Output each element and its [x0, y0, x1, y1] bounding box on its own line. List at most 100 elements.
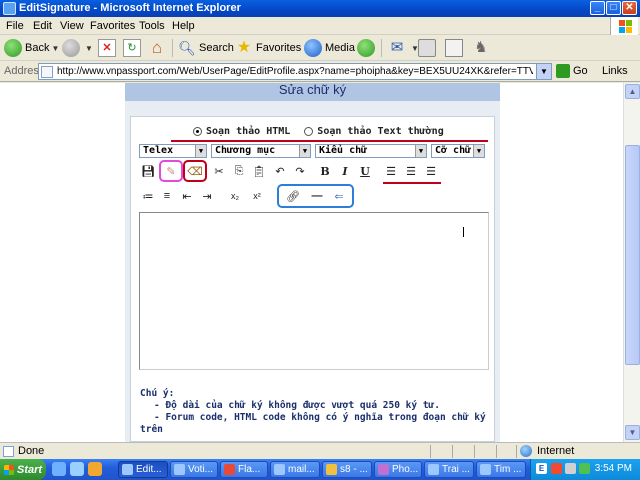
italic-icon[interactable]: I	[337, 163, 353, 179]
media-button[interactable]: Media	[304, 38, 355, 58]
redo-icon[interactable]: ↷	[292, 163, 308, 179]
links-button[interactable]: Links	[602, 65, 628, 77]
align-right-icon[interactable]: ☰	[423, 163, 439, 179]
arrow-left-icon[interactable]: ⇐	[331, 188, 347, 204]
task-button[interactable]: Fla...	[220, 461, 268, 478]
superscript-icon[interactable]: x²	[249, 188, 265, 204]
home-button[interactable]: ⌂	[148, 38, 169, 58]
language-indicator-icon[interactable]: E	[536, 463, 547, 474]
unordered-list-icon[interactable]: ≡	[159, 188, 175, 204]
address-input[interactable]: http://www.vnpassport.com/Web/UserPage/E…	[38, 63, 552, 80]
menu-tools[interactable]: Tools	[139, 20, 165, 32]
task-button[interactable]: Trai ...	[424, 461, 474, 478]
start-button[interactable]: Start	[0, 459, 46, 480]
refresh-button[interactable]: ↻	[123, 38, 144, 58]
input-method-select[interactable]: Telex ▼	[139, 144, 207, 158]
stop-icon: ✕	[98, 39, 116, 57]
ie-quicklaunch-icon[interactable]	[52, 462, 66, 476]
title-bar: EditSignature - Microsoft Internet Explo…	[0, 0, 640, 17]
mail-button[interactable]: ✉ ▼	[388, 38, 419, 58]
close-button[interactable]: ✕	[622, 1, 637, 15]
history-button[interactable]	[357, 38, 378, 58]
page-icon	[3, 446, 14, 457]
stop-button[interactable]: ✕	[98, 38, 119, 58]
radio-text-mode[interactable]: Soạn thảo Text thường	[304, 126, 444, 137]
radio-dot[interactable]	[304, 127, 314, 136]
task-button[interactable]: Tim ...	[476, 461, 526, 478]
radio-dot[interactable]	[193, 127, 202, 136]
task-label: Fla...	[238, 464, 261, 475]
bold-icon[interactable]: B	[317, 163, 333, 179]
ie-icon	[122, 464, 133, 475]
favorites-label: Favorites	[256, 42, 302, 54]
chevron-down-icon[interactable]: ▼	[299, 145, 310, 157]
menu-edit[interactable]: Edit	[33, 20, 52, 32]
radio-html-mode[interactable]: Soạn thảo HTML	[193, 126, 290, 137]
menu-help[interactable]: Help	[172, 20, 195, 32]
clock[interactable]: 3:54 PM	[595, 463, 632, 474]
network-icon[interactable]	[565, 463, 576, 474]
signature-textarea[interactable]	[139, 212, 489, 370]
menu-file[interactable]: File	[6, 20, 24, 32]
tray-app-icon[interactable]	[551, 463, 562, 474]
start-label: Start	[17, 463, 43, 476]
eraser-icon[interactable]: ⌫	[187, 163, 203, 179]
notes-line: - Độ dài của chữ ký không được vượt quá …	[154, 400, 440, 411]
heading-band: Sửa chữ ký	[125, 83, 500, 101]
save-icon[interactable]: 💾︎	[140, 163, 156, 179]
indent-icon[interactable]: ⇥	[199, 188, 215, 204]
horizontal-rule-icon[interactable]: —	[309, 188, 325, 204]
edit-page-button[interactable]	[445, 38, 466, 58]
taskbar: Start Edit... Voti... Fla... mail... s8 …	[0, 459, 640, 480]
vertical-scrollbar[interactable]: ▲ ▼	[623, 83, 640, 442]
chevron-down-icon[interactable]: ▼	[85, 44, 93, 53]
scroll-thumb[interactable]	[625, 145, 640, 365]
copy-icon[interactable]: ⎘	[231, 163, 247, 179]
task-button[interactable]: Edit...	[118, 461, 168, 478]
messenger-button[interactable]: ♞	[472, 38, 493, 58]
task-button[interactable]: s8 - ...	[322, 461, 372, 478]
menu-favorites[interactable]: Favorites	[90, 20, 135, 32]
address-url[interactable]: http://www.vnpassport.com/Web/UserPage/E…	[57, 66, 533, 77]
search-button[interactable]: 🔍︎ Search	[178, 38, 234, 58]
font-size-select[interactable]: Cỡ chữ ▼	[431, 144, 485, 158]
forward-button[interactable]: ▼	[62, 38, 93, 58]
scroll-down-icon[interactable]: ▼	[625, 425, 640, 440]
radio-text-label: Soạn thảo Text thường	[317, 126, 444, 137]
chevron-down-icon[interactable]: ▼	[51, 44, 59, 53]
underline-icon[interactable]: U	[357, 163, 373, 179]
paste-icon[interactable]: 📋︎	[251, 163, 267, 179]
back-button[interactable]: Back ▼	[4, 38, 59, 58]
align-center-icon[interactable]: ☰	[403, 163, 419, 179]
system-tray: E 3:54 PM	[530, 459, 640, 480]
undo-icon[interactable]: ↶	[272, 163, 288, 179]
go-button[interactable]: Go	[556, 64, 588, 78]
minimize-button[interactable]: _	[590, 1, 605, 15]
align-left-icon[interactable]: ☰	[383, 163, 399, 179]
cut-icon[interactable]: ✂	[211, 163, 227, 179]
category-select[interactable]: Chương mục ▼	[211, 144, 311, 158]
link-icon[interactable]: 🔗︎	[285, 188, 301, 204]
ordered-list-icon[interactable]: ≔	[140, 188, 156, 204]
outdent-icon[interactable]: ⇤	[179, 188, 195, 204]
format-painter-icon[interactable]: ✎	[163, 163, 179, 179]
chevron-down-icon[interactable]: ▼	[536, 64, 551, 79]
chevron-down-icon[interactable]: ▼	[195, 145, 206, 157]
font-style-select[interactable]: Kiểu chữ ▼	[315, 144, 427, 158]
favorites-button[interactable]: ★ Favorites	[235, 38, 301, 58]
chevron-down-icon[interactable]: ▼	[473, 145, 484, 157]
page-icon	[41, 66, 53, 78]
subscript-icon[interactable]: x₂	[227, 188, 243, 204]
chevron-down-icon[interactable]: ▼	[415, 145, 426, 157]
task-button[interactable]: Pho...	[374, 461, 422, 478]
menu-view[interactable]: View	[60, 20, 84, 32]
maximize-button[interactable]: □	[606, 1, 621, 15]
task-button[interactable]: mail...	[270, 461, 320, 478]
scroll-up-icon[interactable]: ▲	[625, 84, 640, 99]
tray-app-icon[interactable]	[579, 463, 590, 474]
desktop-quicklaunch-icon[interactable]	[70, 462, 84, 476]
print-button[interactable]	[418, 38, 439, 58]
media-quicklaunch-icon[interactable]	[88, 462, 102, 476]
media-label: Media	[325, 42, 355, 54]
task-button[interactable]: Voti...	[170, 461, 218, 478]
